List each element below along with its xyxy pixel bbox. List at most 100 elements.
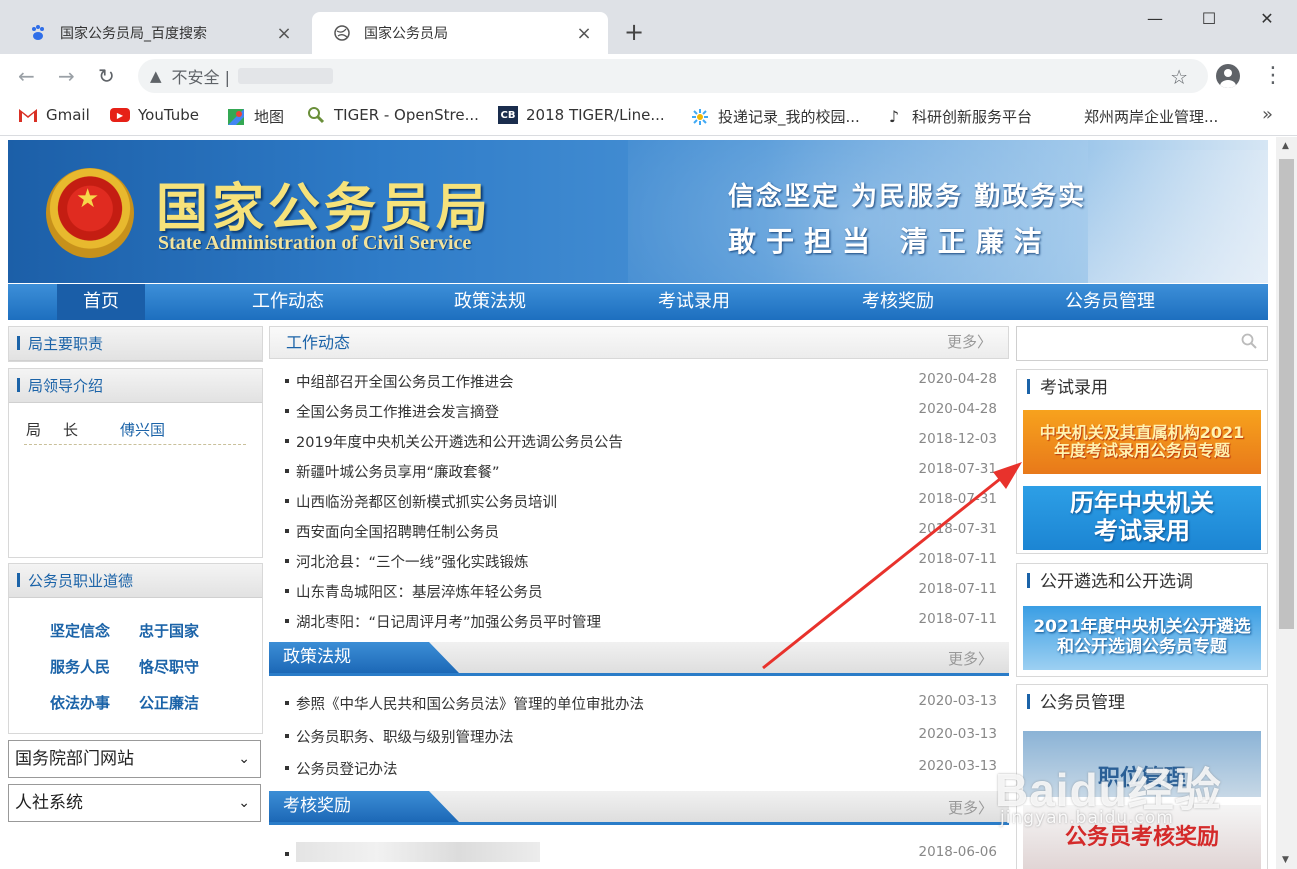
maximize-button[interactable]: ☐ [1186, 4, 1232, 34]
ethics-item[interactable]: 坚定信念 [50, 620, 110, 641]
awards-section: 考核奖励 更多〉 [269, 791, 1009, 825]
leader-row: 局长 傅兴国 [24, 417, 246, 445]
news-row[interactable]: 公务员职务、职级与级别管理办法 2020-03-13 [285, 726, 997, 748]
news-row[interactable]: 新疆叶城公务员享用“廉政套餐” 2018-07-31 [285, 461, 997, 483]
news-row[interactable]: 公务员登记办法 2020-03-13 [285, 758, 997, 780]
close-tab-icon[interactable]: × [274, 23, 294, 44]
work-news-heading: 工作动态 更多〉 [269, 326, 1009, 359]
news-row[interactable]: 山东青岛城阳区：基层淬炼年轻公务员 2018-07-11 [285, 581, 997, 603]
bookmarks-overflow-button[interactable]: » [1262, 104, 1273, 125]
bullet-icon [285, 701, 289, 705]
news-title[interactable]: 中组部召开全国公务员工作推进会 [296, 371, 514, 392]
exam-2021-banner[interactable]: 中央机关及其直属机构2021 年度考试录用公务员专题 [1023, 410, 1261, 474]
news-title[interactable]: 湖北枣阳：“日记周评月考”加强公务员平时管理 [296, 611, 601, 632]
bookmark-tiger[interactable]: TIGER - OpenStre... [306, 106, 479, 124]
forward-button[interactable]: → [58, 64, 75, 88]
tab-baidu-search[interactable]: 国家公务员局_百度搜索 × [8, 12, 308, 54]
search-icon[interactable] [1241, 333, 1257, 353]
news-row[interactable]: 中组部召开全国公务员工作推进会 2020-04-28 [285, 371, 997, 393]
leader-name-link[interactable]: 傅兴国 [120, 419, 165, 440]
page-scrollbar[interactable]: ▲ ▼ [1276, 137, 1297, 869]
news-title[interactable]: 河北沧县：“三个一线”强化实践锻炼 [296, 551, 529, 572]
news-title[interactable]: 公务员登记办法 [296, 758, 398, 779]
nav-civil-servant-mgmt[interactable]: 公务员管理 [1050, 284, 1170, 320]
bullet-icon [285, 589, 289, 593]
news-date: 2020-03-13 [918, 693, 997, 709]
selection-2021-banner[interactable]: 2021年度中央机关公开遴选 和公开选调公务员专题 [1023, 606, 1261, 670]
bookmarks-bar: Gmail ▶ YouTube 地图 TIGER - OpenStre... C… [0, 98, 1297, 136]
news-date: 2018-07-31 [918, 491, 997, 507]
ethics-item[interactable]: 依法办事 [50, 692, 110, 713]
more-link[interactable]: 更多〉 [947, 327, 992, 358]
news-row[interactable]: 西安面向全国招聘聘任制公务员 2018-07-31 [285, 521, 997, 543]
nav-exam[interactable]: 考试录用 [642, 284, 746, 320]
news-title[interactable]: 新疆叶城公务员享用“廉政套餐” [296, 461, 500, 482]
bookmark-star-icon[interactable]: ☆ [1170, 65, 1188, 89]
exam-history-banner[interactable]: 历年中央机关 考试录用 [1023, 486, 1261, 550]
warning-triangle-icon[interactable]: ▲ [150, 67, 162, 85]
close-window-button[interactable]: ✕ [1244, 4, 1290, 34]
duties-heading[interactable]: 局主要职责 [9, 327, 262, 361]
slogan-line-1: 信念坚定 为民服务 勤政务实 [728, 182, 1087, 212]
news-date: 2018-07-11 [918, 581, 997, 597]
bullet-icon [285, 619, 289, 623]
news-row[interactable]: 参照《中华人民共和国公务员法》管理的单位审批办法 2020-03-13 [285, 693, 997, 715]
browser-menu-icon[interactable]: ⋮ [1262, 62, 1284, 90]
news-title[interactable]: 参照《中华人民共和国公务员法》管理的单位审批办法 [296, 693, 644, 714]
address-bar[interactable]: ▲ 不安全 | ☆ [138, 59, 1208, 93]
exam-box: 考试录用 中央机关及其直属机构2021 年度考试录用公务员专题 历年中央机关 考试录… [1016, 369, 1268, 554]
back-button[interactable]: ← [18, 64, 35, 88]
bookmark-research[interactable]: ♪ 科研创新服务平台 [884, 106, 1032, 127]
management-heading[interactable]: 公务员管理 [1017, 685, 1267, 721]
news-row[interactable]: 湖北枣阳：“日记周评月考”加强公务员平时管理 2018-07-11 [285, 611, 997, 633]
ethics-box: 公务员职业道德 坚定信念 忠于国家 服务人民 恪尽职守 依法办事 公正廉洁 [8, 563, 263, 734]
bookmark-gmail[interactable]: Gmail [18, 106, 90, 124]
nav-awards[interactable]: 考核奖励 [846, 284, 950, 320]
bookmark-campus[interactable]: 投递记录_我的校园... [690, 106, 860, 127]
scroll-up-icon[interactable]: ▲ [1282, 141, 1289, 151]
more-link[interactable]: 更多〉 [948, 797, 993, 818]
news-row[interactable]: 全国公务员工作推进会发言摘登 2020-04-28 [285, 401, 997, 423]
ethics-heading[interactable]: 公务员职业道德 [9, 564, 262, 598]
exam-heading[interactable]: 考试录用 [1017, 370, 1267, 406]
dept-sites-select[interactable]: 国务院部门网站 ⌄ [8, 740, 261, 778]
scroll-down-icon[interactable]: ▼ [1282, 855, 1289, 865]
more-link[interactable]: 更多〉 [948, 648, 993, 669]
news-date: 2018-07-11 [918, 611, 997, 627]
ethics-item[interactable]: 恪尽职守 [139, 656, 199, 677]
site-search-input[interactable] [1016, 326, 1268, 361]
news-title[interactable]: 西安面向全国招聘聘任制公务员 [296, 521, 499, 542]
news-title[interactable]: 公务员职务、职级与级别管理办法 [296, 726, 514, 747]
hr-system-select[interactable]: 人社系统 ⌄ [8, 784, 261, 822]
news-title[interactable]: 山东青岛城阳区：基层淬炼年轻公务员 [296, 581, 543, 602]
selection-heading[interactable]: 公开遴选和公开选调 [1017, 564, 1267, 600]
news-row[interactable]: 山西临汾尧都区创新模式抓实公务员培训 2018-07-31 [285, 491, 997, 513]
news-title[interactable]: 2019年度中央机关公开遴选和公开选调公务员公告 [296, 431, 623, 452]
bookmark-zhengzhou[interactable]: 郑州两岸企业管理... [1084, 106, 1218, 127]
maps-icon [226, 108, 246, 126]
minimize-button[interactable]: — [1132, 4, 1178, 34]
chevron-down-icon: ⌄ [238, 795, 250, 811]
ethics-item[interactable]: 公正廉洁 [139, 692, 199, 713]
reload-button[interactable]: ↻ [98, 64, 115, 88]
bookmark-tiger-line[interactable]: CB 2018 TIGER/Line... [498, 106, 665, 124]
ethics-item[interactable]: 服务人民 [50, 656, 110, 677]
close-tab-icon[interactable]: × [574, 23, 594, 44]
ethics-item[interactable]: 忠于国家 [139, 620, 199, 641]
bookmark-maps[interactable]: 地图 [226, 106, 284, 127]
news-row[interactable]: 河北沧县：“三个一线”强化实践锻炼 2018-07-11 [285, 551, 997, 573]
nav-home[interactable]: 首页 [57, 284, 145, 320]
bookmark-youtube[interactable]: ▶ YouTube [110, 106, 199, 124]
nav-policy[interactable]: 政策法规 [438, 284, 542, 320]
nav-work-news[interactable]: 工作动态 [236, 284, 340, 320]
new-tab-button[interactable]: + [624, 18, 644, 46]
security-label: 不安全 | [171, 68, 231, 87]
news-row[interactable]: 2019年度中央机关公开遴选和公开选调公务员公告 2018-12-03 [285, 431, 997, 453]
news-title[interactable]: 全国公务员工作推进会发言摘登 [296, 401, 499, 422]
research-icon: ♪ [888, 107, 900, 126]
news-title[interactable]: 山西临汾尧都区创新模式抓实公务员培训 [296, 491, 557, 512]
leaders-heading[interactable]: 局领导介绍 [9, 369, 262, 403]
scrollbar-thumb[interactable] [1279, 159, 1294, 629]
tab-active-site[interactable]: 国家公务员局 × [312, 12, 608, 54]
profile-avatar-icon[interactable] [1216, 64, 1240, 88]
